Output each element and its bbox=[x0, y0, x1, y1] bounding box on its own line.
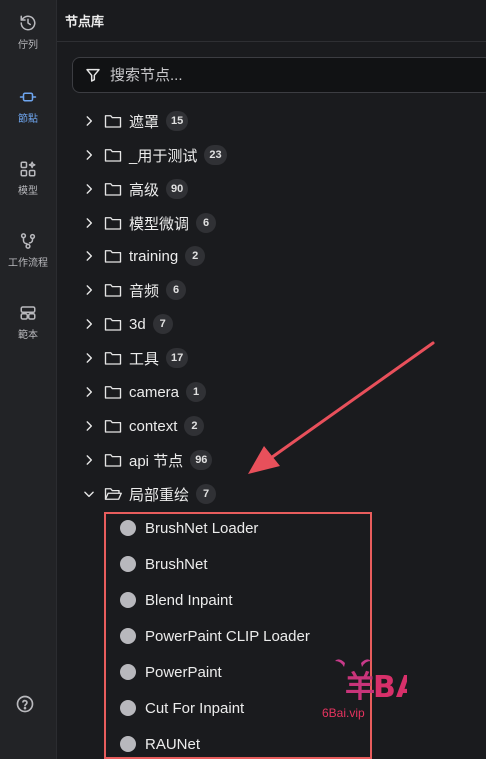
rail-item-queue[interactable]: 佇列 bbox=[0, 14, 56, 51]
folder-icon bbox=[104, 316, 122, 332]
folder-icon bbox=[104, 215, 122, 231]
folder-row[interactable]: 模型微调 6 bbox=[80, 210, 217, 236]
count-badge: 6 bbox=[196, 213, 217, 233]
folder-row[interactable]: api 节点 96 bbox=[80, 447, 213, 473]
watermark-logo: 羊 BAi bbox=[335, 659, 407, 703]
rail-item-templates[interactable]: 範本 bbox=[0, 304, 56, 341]
chevron-right-icon[interactable] bbox=[80, 146, 98, 164]
folder-row[interactable]: camera 1 bbox=[80, 379, 207, 405]
svg-text:羊: 羊 bbox=[345, 670, 375, 703]
folder-name: 高级 bbox=[129, 181, 160, 199]
history-icon bbox=[20, 15, 36, 31]
folder-row[interactable]: 3d 7 bbox=[80, 311, 173, 337]
rail-item-models[interactable]: 模型 bbox=[0, 160, 56, 197]
help-icon bbox=[16, 695, 34, 713]
node-icon bbox=[19, 92, 37, 102]
folder-name: 模型微调 bbox=[129, 215, 190, 233]
search-input[interactable] bbox=[108, 65, 472, 85]
folder-name: 工具 bbox=[129, 350, 160, 368]
folder-row[interactable]: 工具 17 bbox=[80, 345, 189, 371]
search-box[interactable] bbox=[72, 57, 486, 93]
folder-icon bbox=[104, 452, 122, 468]
count-badge: 96 bbox=[190, 450, 213, 470]
folder-icon bbox=[104, 384, 122, 400]
folder-row[interactable]: 高级 90 bbox=[80, 176, 189, 202]
folder-icon bbox=[104, 181, 122, 197]
chevron-right-icon[interactable] bbox=[80, 247, 98, 265]
rail-item-label: 工作流程 bbox=[8, 258, 48, 269]
side-rail: 佇列 節點 模型 工作流程 範本 bbox=[0, 0, 57, 759]
count-badge: 17 bbox=[166, 348, 189, 368]
node-library-panel: 节点库 遮罩 15 _用于测试 23 高级 90 模型微调 6 training… bbox=[57, 0, 486, 759]
rail-item-label: 佇列 bbox=[18, 40, 38, 51]
count-badge: 7 bbox=[152, 314, 173, 334]
folder-name: api 节点 bbox=[129, 452, 184, 470]
folder-icon bbox=[104, 350, 122, 366]
folder-name: 局部重绘 bbox=[129, 486, 190, 504]
folder-name: 3d bbox=[129, 315, 146, 333]
rail-item-label: 節點 bbox=[18, 114, 38, 125]
chevron-right-icon[interactable] bbox=[80, 349, 98, 367]
folder-row[interactable]: context 2 bbox=[80, 413, 205, 439]
template-icon bbox=[20, 306, 36, 320]
folder-open-icon bbox=[104, 486, 122, 502]
folder-row[interactable]: training 2 bbox=[80, 243, 206, 269]
watermark-text: 6Bai.vip bbox=[322, 706, 365, 720]
folder-row[interactable]: 遮罩 15 bbox=[80, 108, 189, 134]
chevron-right-icon[interactable] bbox=[80, 281, 98, 299]
folder-name: 遮罩 bbox=[129, 113, 160, 131]
folder-icon bbox=[104, 113, 122, 129]
chevron-right-icon[interactable] bbox=[80, 383, 98, 401]
divider bbox=[57, 41, 486, 42]
count-badge: 90 bbox=[166, 179, 189, 199]
count-badge: 15 bbox=[166, 111, 189, 131]
workflow-icon bbox=[20, 233, 36, 249]
chevron-right-icon[interactable] bbox=[80, 315, 98, 333]
folder-icon bbox=[104, 418, 122, 434]
folder-icon bbox=[104, 248, 122, 264]
chevron-right-icon[interactable] bbox=[80, 180, 98, 198]
highlight-box bbox=[104, 512, 372, 759]
chevron-right-icon[interactable] bbox=[80, 112, 98, 130]
folder-icon bbox=[104, 147, 122, 163]
filter-icon[interactable] bbox=[85, 67, 101, 83]
folder-name: training bbox=[129, 247, 179, 265]
count-badge: 23 bbox=[204, 145, 227, 165]
folder-row[interactable]: _用于测试 23 bbox=[80, 142, 227, 168]
folder-name: context bbox=[129, 417, 178, 435]
rail-item-label: 模型 bbox=[18, 186, 38, 197]
folder-row-expanded[interactable]: 局部重绘 7 bbox=[80, 481, 217, 507]
count-badge: 1 bbox=[186, 382, 207, 402]
chevron-down-icon[interactable] bbox=[80, 485, 98, 503]
panel-title: 节点库 bbox=[65, 14, 105, 29]
count-badge: 7 bbox=[196, 484, 217, 504]
folder-name: _用于测试 bbox=[129, 147, 198, 165]
chevron-right-icon[interactable] bbox=[80, 214, 98, 232]
rail-item-label: 範本 bbox=[18, 330, 38, 341]
rail-item-workflows[interactable]: 工作流程 bbox=[0, 232, 56, 269]
chevron-right-icon[interactable] bbox=[80, 417, 98, 435]
folder-icon bbox=[104, 282, 122, 298]
help-button[interactable] bbox=[15, 694, 35, 719]
count-badge: 2 bbox=[184, 416, 205, 436]
count-badge: 2 bbox=[185, 246, 206, 266]
model-icon bbox=[20, 161, 36, 177]
svg-text:BAi: BAi bbox=[373, 670, 407, 703]
count-badge: 6 bbox=[166, 280, 187, 300]
rail-item-nodes[interactable]: 節點 bbox=[0, 88, 56, 125]
folder-name: 音频 bbox=[129, 282, 160, 300]
folder-row[interactable]: 音频 6 bbox=[80, 277, 187, 303]
chevron-right-icon[interactable] bbox=[80, 451, 98, 469]
folder-name: camera bbox=[129, 383, 180, 401]
